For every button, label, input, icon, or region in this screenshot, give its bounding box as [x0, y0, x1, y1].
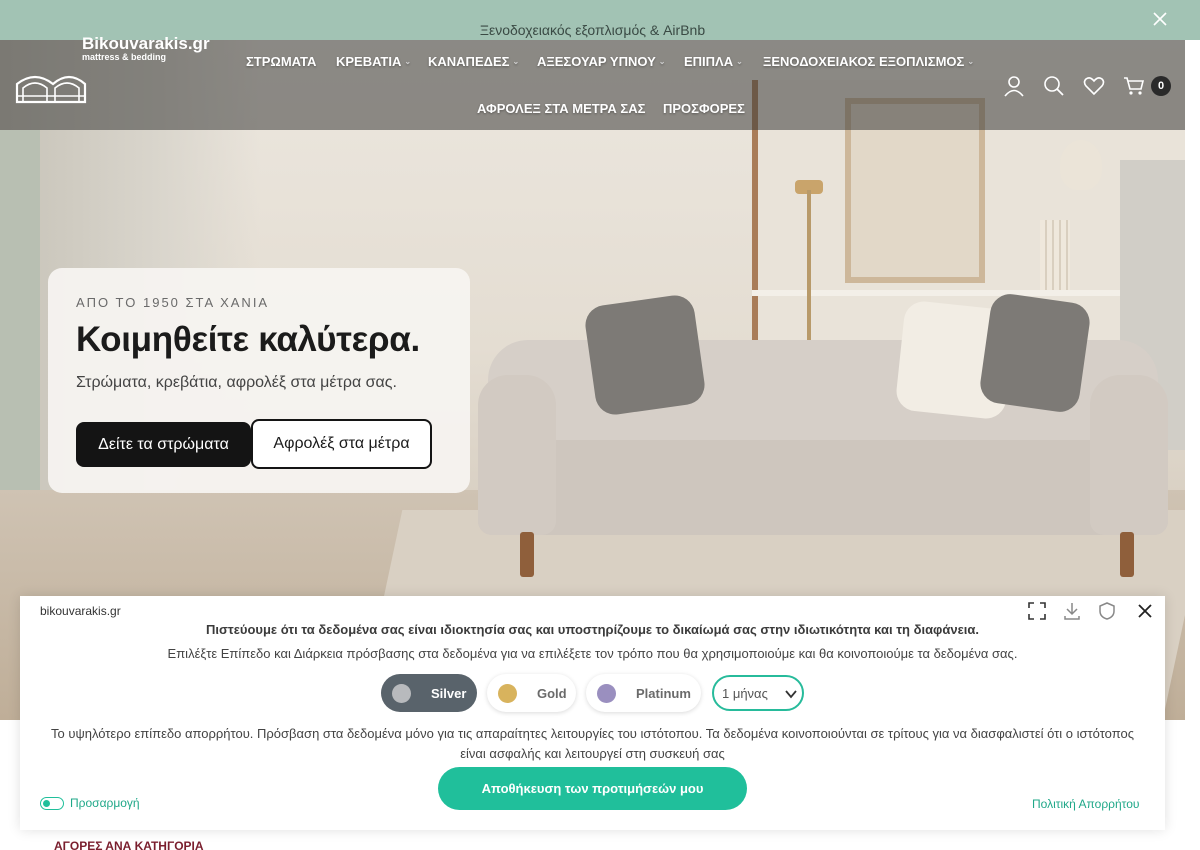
duration-value: 1 μήνας: [722, 685, 768, 701]
nav-item-sleep-accessories[interactable]: ΑΞΕΣΟΥΑΡ ΥΠΝΟΥ ⌄: [537, 54, 665, 69]
chevron-down-icon: ⌄: [404, 57, 412, 66]
category-heading: ΑΓΟΡΕΣ ΑΝΑ ΚΑΤΗΓΟΡΙΑ: [54, 839, 204, 850]
level-dot: [392, 683, 411, 703]
sofa-arm-right: [1090, 375, 1168, 535]
hero-subtitle: Στρώματα, κρεβάτια, αφρολέξ στα μέτρα σα…: [76, 374, 397, 391]
sofa-leg: [520, 532, 534, 577]
chevron-down-icon: [785, 690, 797, 699]
toggle-knob: [43, 799, 50, 807]
hero-title: Κοιμηθείτε καλύτερα.: [76, 320, 420, 359]
level-silver-option[interactable]: Silver: [381, 674, 477, 712]
hero-vase: [1060, 140, 1102, 190]
toggle-switch[interactable]: [40, 796, 64, 810]
logo-tagline: mattress & bedding: [82, 52, 167, 62]
user-icon[interactable]: [1003, 75, 1025, 97]
customize-label: Προσαρμογή: [70, 796, 140, 810]
cart-icon[interactable]: [1123, 75, 1145, 97]
consent-description: Επιλέξτε Επίπεδο και Διάρκεια πρόσβασης …: [167, 646, 1018, 661]
shield-icon[interactable]: [1097, 601, 1117, 621]
nav-item-sofas[interactable]: ΚΑΝΑΠΕΔΕΣ ⌄: [428, 54, 519, 69]
nav-item-offers[interactable]: ΠΡΟΣΦΟΡΕΣ: [663, 101, 745, 116]
consent-heading: Πιστεύουμε ότι τα δεδομένα σας είναι ιδι…: [206, 622, 979, 637]
view-mattresses-button[interactable]: Δείτε τα στρώματα: [76, 422, 251, 467]
chevron-down-icon: ⌄: [658, 57, 666, 66]
nav-item-beds[interactable]: ΚΡΕΒΑΤΙΑ ⌄: [336, 54, 411, 69]
consent-domain: bikouvarakis.gr: [40, 604, 121, 618]
sofa-arm-left: [478, 375, 556, 535]
duration-select[interactable]: 1 μήνας: [712, 675, 804, 711]
nav-item-hotel-equipment[interactable]: ΞΕΝΟΔΟΧΕΙΑΚΟΣ ΕΞΟΠΛΙΣΜΟΣ ⌄: [763, 54, 974, 69]
nav-item-mattresses[interactable]: ΣΤΡΩΜΑΤΑ: [246, 54, 316, 69]
hero-card: ΑΠΟ ΤΟ 1950 ΣΤΑ ΧΑΝΙΑ Κοιμηθείτε καλύτερ…: [48, 268, 470, 493]
pillow-right: [977, 291, 1093, 415]
search-icon[interactable]: [1043, 75, 1065, 97]
nav-item-custom-foam[interactable]: ΑΦΡΟΛΕΞ ΣΤΑ ΜΕΤΡΑ ΣΑΣ: [477, 101, 645, 116]
download-icon[interactable]: [1062, 601, 1082, 621]
pillow-left: [582, 292, 708, 418]
level-label: Silver: [431, 685, 467, 701]
level-platinum-option[interactable]: Platinum: [586, 674, 701, 712]
consent-level-note: Το υψηλότερο επίπεδο απορρήτου. Πρόσβαση…: [50, 726, 1135, 761]
expand-icon[interactable]: [1027, 601, 1047, 621]
customize-toggle[interactable]: Προσαρμογή: [40, 796, 140, 810]
chevron-down-icon: ⌄: [512, 57, 520, 66]
close-icon[interactable]: [1152, 11, 1168, 27]
logo-name[interactable]: Bikouvarakis.gr: [82, 34, 210, 54]
level-label: Gold: [537, 685, 567, 701]
chevron-down-icon: ⌄: [736, 57, 743, 66]
level-gold-option[interactable]: Gold: [487, 674, 576, 712]
logo-icon[interactable]: [15, 68, 220, 104]
level-dot: [498, 683, 517, 703]
privacy-policy-link[interactable]: Πολιτική Απορρήτου: [1032, 797, 1139, 811]
consent-panel: bikouvarakis.gr Πιστεύουμε ότι τα δεδομέ…: [20, 596, 1165, 830]
chevron-down-icon: ⌄: [967, 57, 975, 66]
level-dot: [597, 683, 616, 703]
sofa-leg: [1120, 532, 1134, 577]
cart-count-badge: 0: [1151, 76, 1171, 96]
close-icon[interactable]: [1135, 601, 1155, 621]
custom-foam-button[interactable]: Αφρολέξ στα μέτρα: [251, 419, 432, 469]
nav-item-furniture[interactable]: ΕΠΙΠΛΑ ⌄: [684, 54, 743, 69]
level-label: Platinum: [636, 685, 691, 701]
hero-eyebrow: ΑΠΟ ΤΟ 1950 ΣΤΑ ΧΑΝΙΑ: [76, 295, 270, 310]
sofa-seat: [478, 440, 1168, 535]
hero-books: [1040, 220, 1070, 290]
heart-icon[interactable]: [1083, 75, 1105, 97]
save-preferences-button[interactable]: Αποθήκευση των προτιμήσεών μου: [438, 767, 747, 810]
